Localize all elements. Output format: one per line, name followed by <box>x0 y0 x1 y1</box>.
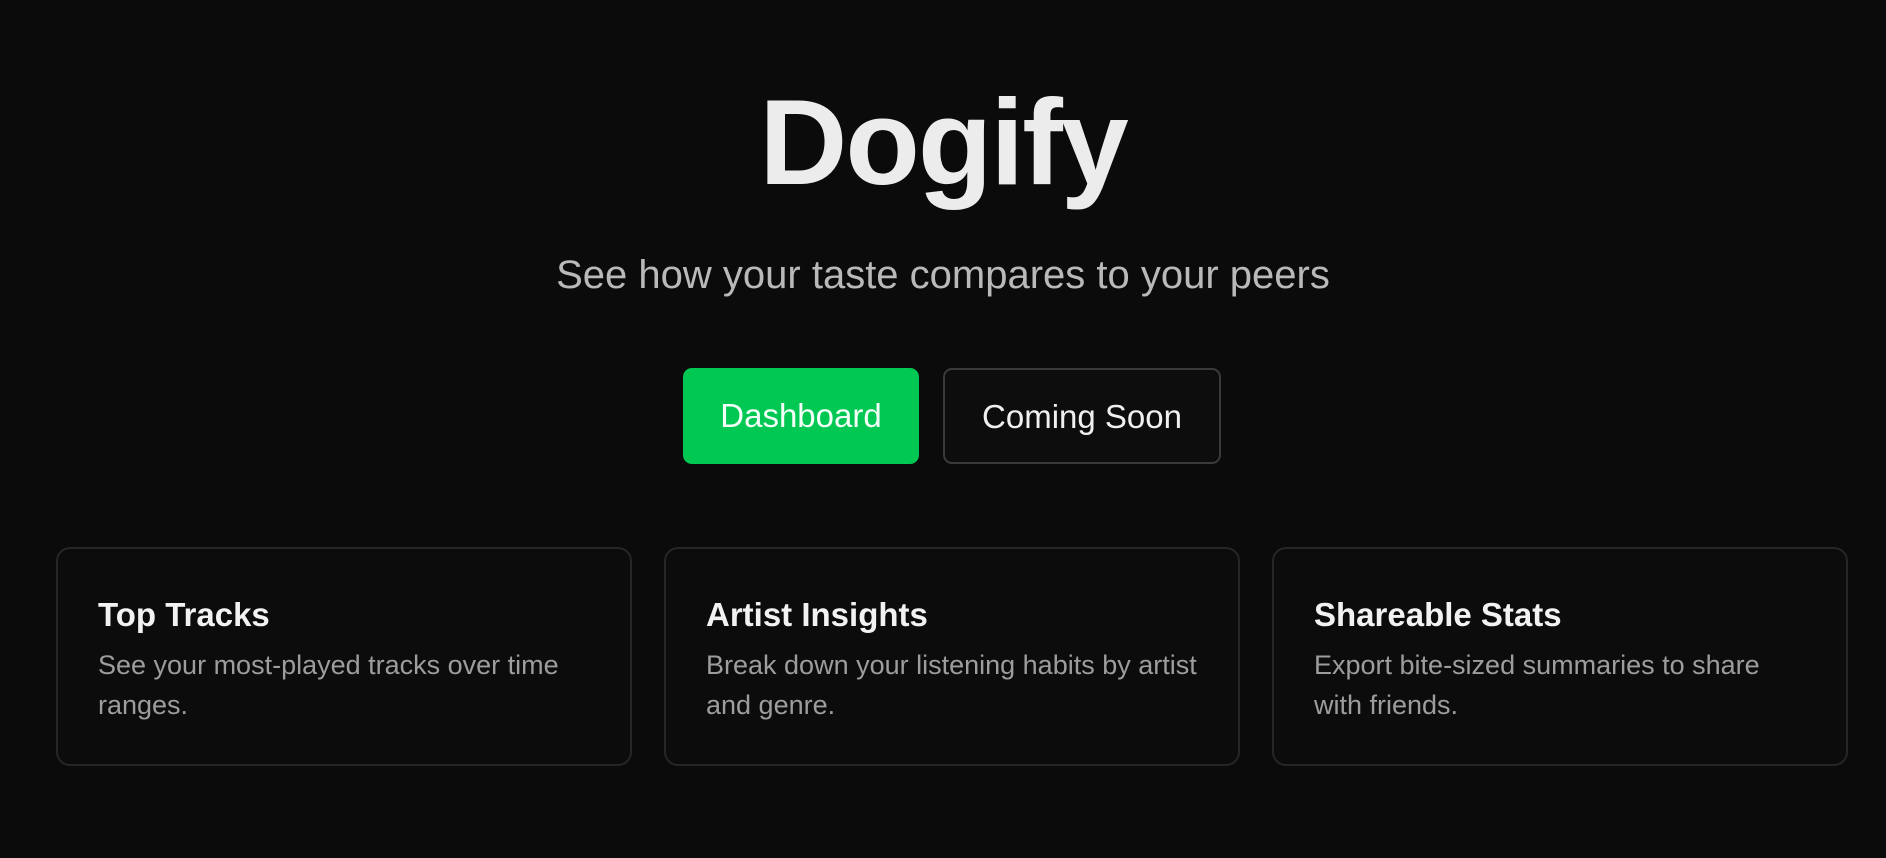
feature-card-description: Export bite-sized summaries to share wit… <box>1314 650 1760 720</box>
feature-card-title: Artist Insights <box>706 596 928 633</box>
page-title: Dogify <box>759 74 1129 210</box>
coming-soon-button[interactable]: Coming Soon <box>943 368 1221 464</box>
feature-card-top-tracks: Top Tracks See your most-played tracks o… <box>56 547 632 766</box>
landing-page: Dogify See how your taste compares to yo… <box>0 0 1886 858</box>
feature-cards: Top Tracks See your most-played tracks o… <box>0 547 1886 767</box>
page-subtitle: See how your taste compares to your peer… <box>556 253 1330 297</box>
feature-card-description: See your most-played tracks over time ra… <box>98 650 559 720</box>
action-buttons: Dashboard Coming Soon <box>0 368 1886 466</box>
feature-card-title: Shareable Stats <box>1314 596 1562 633</box>
feature-card-description: Break down your listening habits by arti… <box>706 650 1197 720</box>
feature-card-artist-insights: Artist Insights Break down your listenin… <box>664 547 1240 766</box>
feature-card-shareable-stats: Shareable Stats Export bite-sized summar… <box>1272 547 1848 766</box>
dashboard-button[interactable]: Dashboard <box>683 368 919 464</box>
feature-card-title: Top Tracks <box>98 596 270 633</box>
